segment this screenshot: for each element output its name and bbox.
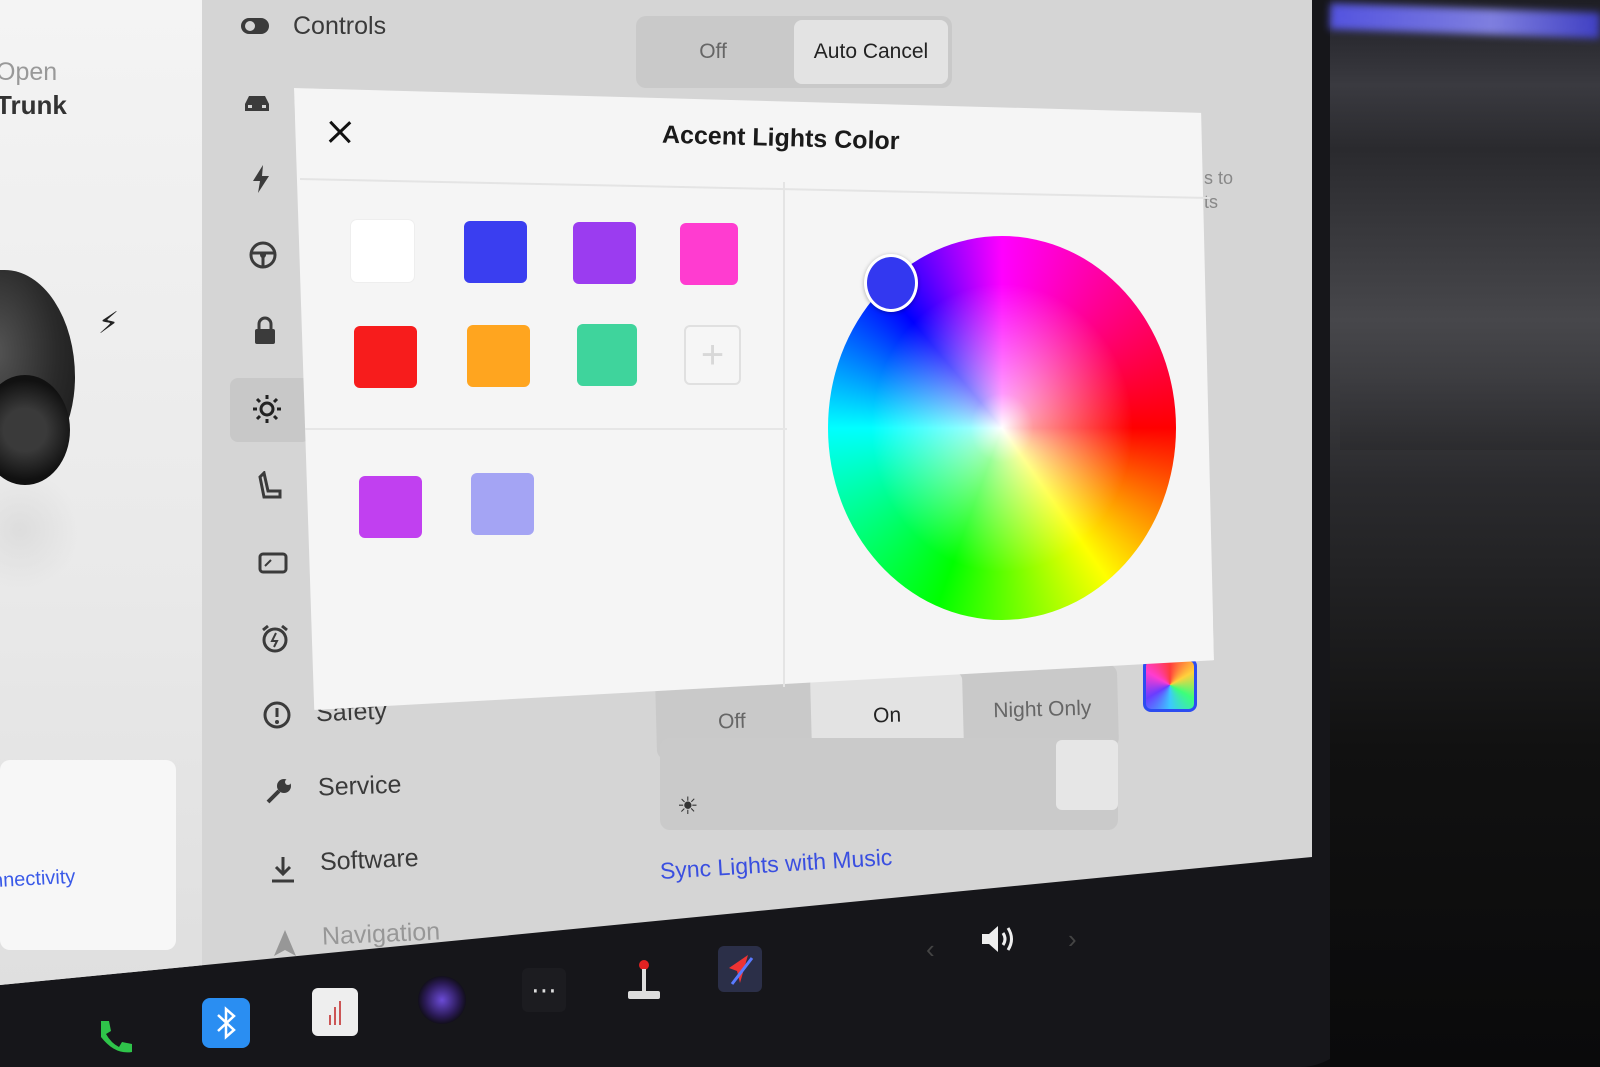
seg-off-option[interactable]: Off [636, 16, 790, 88]
touchscreen: Open Trunk ⚡︎ nnectivity Controls Safety [0, 0, 1312, 985]
light-icon[interactable] [250, 392, 284, 426]
chevron-right-icon[interactable]: › [1068, 924, 1077, 955]
car-shadow [0, 470, 80, 590]
color-swatch-teal[interactable] [577, 324, 637, 386]
modal-swatch-divider [305, 428, 787, 430]
hint-text-line1: s to [1204, 168, 1234, 188]
sidebar-item-service[interactable]: Service [318, 771, 402, 803]
download-icon [266, 852, 300, 886]
brightness-icon: ☀︎ [677, 793, 699, 820]
navigation-icon [268, 926, 302, 960]
charging-bolt-icon: ⚡︎ [98, 307, 120, 340]
navigation-app-icon[interactable] [718, 946, 762, 992]
wrench-icon [262, 774, 296, 808]
color-swatch-red[interactable] [354, 326, 417, 388]
sync-lights-with-music-link[interactable]: Sync Lights with Music [659, 844, 893, 885]
connectivity-link[interactable]: nnectivity [0, 866, 76, 893]
accent-color-swatch-button[interactable] [1143, 658, 1197, 712]
custom-swatch-lavender[interactable] [471, 473, 534, 535]
joystick-icon[interactable] [620, 956, 664, 1004]
camera-icon[interactable] [418, 976, 466, 1024]
toggle-icon [238, 9, 272, 43]
add-color-button[interactable]: + [684, 325, 741, 385]
color-swatch-purple[interactable] [573, 222, 636, 284]
color-swatch-white[interactable] [351, 220, 414, 282]
trunk-label[interactable]: Trunk [0, 90, 67, 121]
more-icon[interactable]: ⋯ [522, 968, 566, 1012]
dashboard-trim [1340, 380, 1600, 450]
close-icon[interactable] [319, 111, 360, 152]
phone-icon[interactable] [90, 1012, 140, 1062]
volume-icon[interactable] [980, 922, 1018, 964]
seat-icon[interactable] [254, 470, 288, 504]
chevron-left-icon[interactable]: ‹ [926, 934, 935, 965]
dashboard-background [1330, 0, 1600, 1067]
display-icon[interactable] [256, 546, 290, 580]
hint-text-line2: ts [1204, 192, 1219, 212]
car-icon[interactable] [240, 86, 274, 120]
sidebar-item-software[interactable]: Software [319, 844, 419, 877]
color-swatch-pink[interactable] [680, 223, 738, 285]
bolt-icon[interactable] [244, 162, 278, 196]
modal-column-divider [783, 182, 785, 687]
brightness-slider-knob[interactable] [1056, 740, 1118, 810]
color-swatch-orange[interactable] [467, 325, 530, 387]
bluetooth-icon[interactable] [202, 998, 250, 1048]
brightness-slider[interactable] [660, 738, 1118, 830]
custom-swatch-magenta[interactable] [359, 476, 422, 538]
notepad-icon[interactable] [312, 988, 358, 1036]
car-info-card [0, 760, 176, 950]
seg-auto-cancel-option[interactable]: Auto Cancel [794, 20, 948, 84]
sidebar-item-controls[interactable]: Controls [293, 12, 386, 41]
steering-wheel-icon[interactable] [246, 238, 280, 272]
car-panel: Open Trunk ⚡︎ nnectivity [0, 0, 202, 985]
auto-cancel-segmented-control: Off Auto Cancel [636, 16, 952, 88]
open-label[interactable]: Open [0, 58, 57, 87]
color-wheel-selector[interactable] [864, 254, 918, 312]
lock-icon[interactable] [248, 314, 282, 348]
alert-icon [260, 698, 294, 732]
color-swatch-blue[interactable] [464, 221, 527, 283]
alarm-icon[interactable] [258, 622, 292, 656]
